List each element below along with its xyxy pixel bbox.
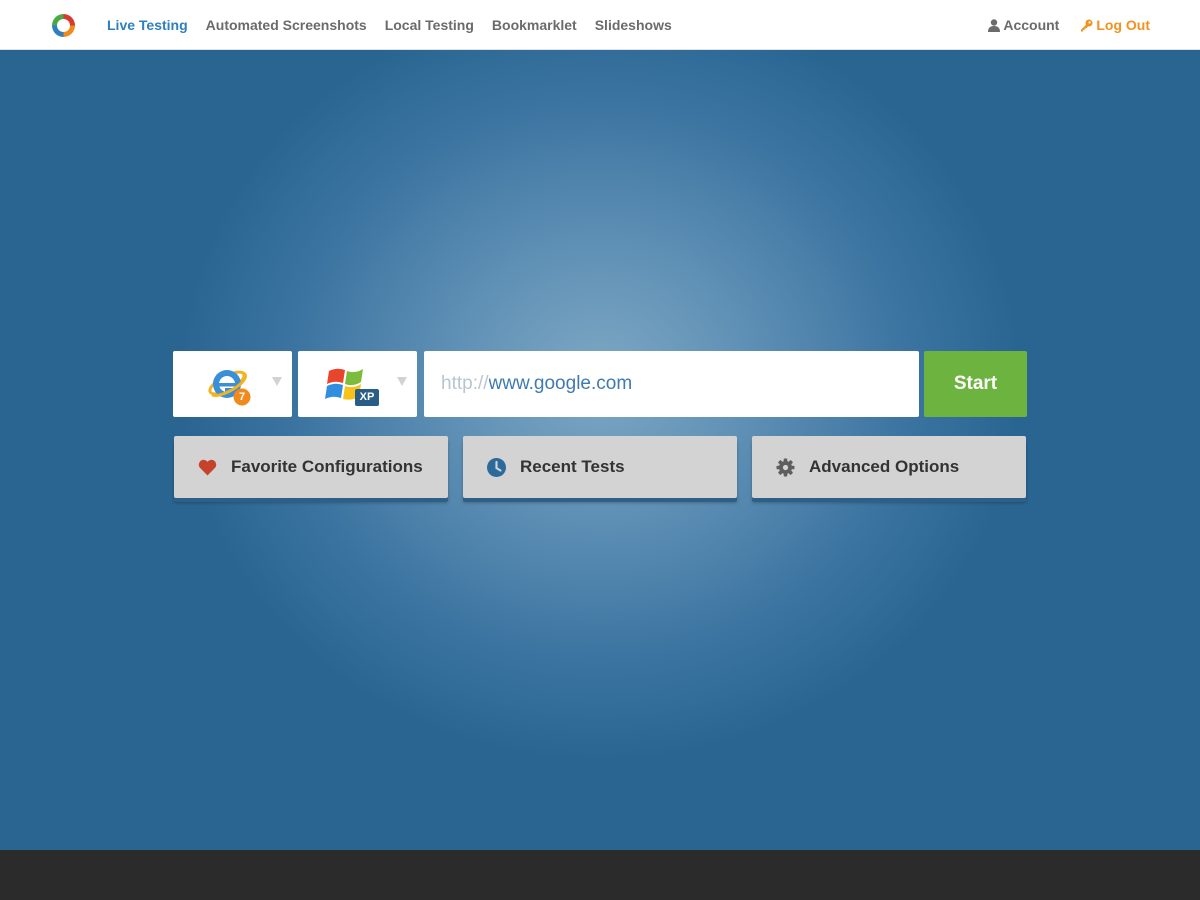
chevron-down-icon bbox=[397, 377, 407, 386]
favorite-configurations-label: Favorite Configurations bbox=[231, 457, 423, 476]
nav-slideshows[interactable]: Slideshows bbox=[595, 17, 672, 33]
os-version-badge: XP bbox=[359, 391, 375, 403]
browser-selector[interactable]: 7 bbox=[173, 351, 292, 417]
logout-link[interactable]: Log Out bbox=[1080, 17, 1150, 33]
key-icon bbox=[1081, 19, 1093, 31]
url-field[interactable]: http:// bbox=[424, 351, 919, 417]
recent-tests-button[interactable]: Recent Tests bbox=[463, 436, 737, 498]
heart-icon bbox=[198, 458, 217, 477]
user-menu: Account Log Out bbox=[988, 0, 1150, 50]
browser-version-badge: 7 bbox=[238, 391, 246, 403]
gear-icon bbox=[776, 458, 795, 477]
main-nav: Live Testing Automated Screenshots Local… bbox=[107, 0, 690, 50]
top-navbar: Live Testing Automated Screenshots Local… bbox=[0, 0, 1200, 50]
chevron-down-icon bbox=[272, 377, 282, 386]
url-input[interactable] bbox=[488, 373, 909, 395]
start-button[interactable]: Start bbox=[924, 351, 1027, 417]
favorite-configurations-button[interactable]: Favorite Configurations bbox=[174, 436, 448, 498]
nav-local-testing[interactable]: Local Testing bbox=[385, 17, 474, 33]
nav-automated-screenshots[interactable]: Automated Screenshots bbox=[206, 17, 367, 33]
advanced-options-button[interactable]: Advanced Options bbox=[752, 436, 1026, 498]
account-link[interactable]: Account bbox=[988, 17, 1059, 33]
nav-bookmarklet[interactable]: Bookmarklet bbox=[492, 17, 577, 33]
account-label: Account bbox=[1003, 17, 1060, 33]
nav-live-testing[interactable]: Live Testing bbox=[107, 17, 188, 33]
internet-explorer-icon bbox=[208, 370, 251, 406]
logout-label: Log Out bbox=[1096, 17, 1150, 33]
clock-icon bbox=[487, 457, 506, 477]
advanced-options-label: Advanced Options bbox=[809, 457, 960, 476]
url-prefix: http:// bbox=[441, 373, 489, 394]
user-icon bbox=[988, 18, 1001, 32]
footer-bar bbox=[0, 850, 1200, 900]
recent-tests-label: Recent Tests bbox=[520, 457, 625, 476]
logo-icon[interactable] bbox=[50, 12, 77, 39]
os-selector[interactable]: XP bbox=[298, 351, 417, 417]
